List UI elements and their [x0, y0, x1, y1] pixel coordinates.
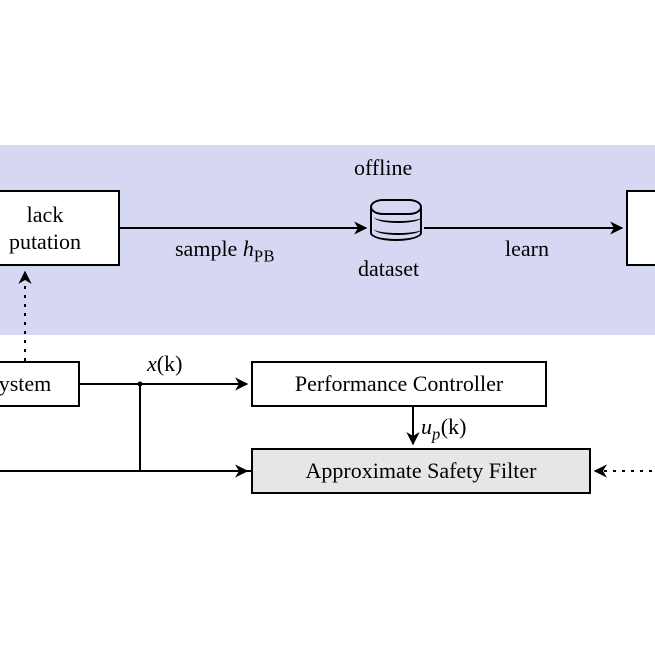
label-offline: offline	[354, 155, 412, 181]
label-upk-paren: (k)	[441, 414, 467, 439]
label-sample-h: h	[243, 236, 254, 261]
block-black-computation: lack putation	[0, 190, 120, 266]
block-empty-right	[626, 190, 655, 266]
block-safety-filter: Approximate Safety Filter	[251, 448, 591, 494]
label-dataset: dataset	[358, 256, 419, 282]
label-perf-controller: Performance Controller	[295, 370, 503, 398]
label-sample-text: sample	[175, 236, 243, 261]
label-upk-u: u	[421, 414, 432, 439]
block-performance-controller: Performance Controller	[251, 361, 547, 407]
block-system: ystem	[0, 361, 80, 407]
label-upk-sub: p	[432, 424, 441, 443]
label-black-l1: lack	[27, 201, 64, 229]
label-sample-sub: PB	[254, 246, 275, 265]
dataset-icon	[370, 199, 422, 241]
label-safety-filter: Approximate Safety Filter	[306, 457, 537, 485]
label-xk-paren: (k)	[157, 351, 183, 376]
label-xk-var: x	[147, 351, 157, 376]
label-sample-hpb: sample hPB	[175, 236, 275, 266]
label-xk: x(k)	[147, 351, 182, 377]
label-upk: up(k)	[421, 414, 466, 444]
label-system: ystem	[0, 370, 51, 398]
label-learn: learn	[505, 236, 549, 262]
label-black-l2: putation	[9, 228, 81, 256]
